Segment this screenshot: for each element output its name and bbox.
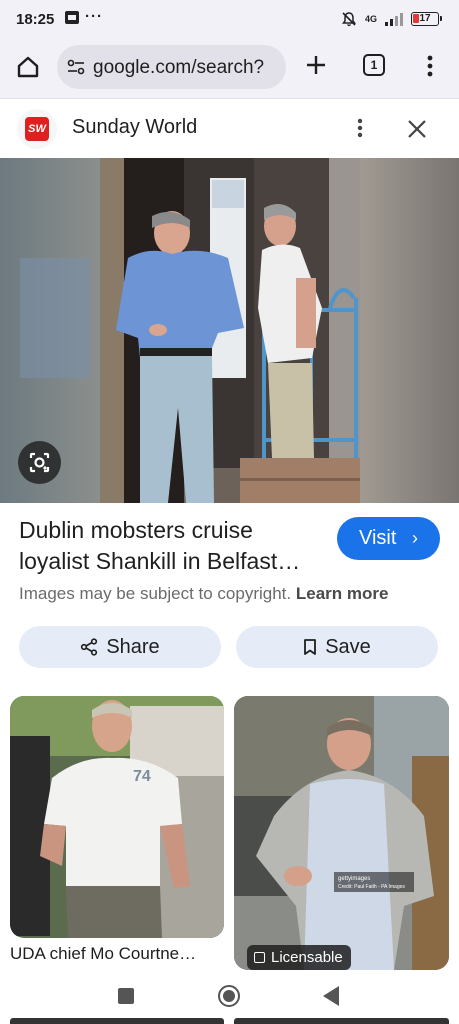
close-icon[interactable]	[404, 116, 430, 142]
next-row-peek-right	[234, 1018, 449, 1024]
copyright-text: Images may be subject to copyright.	[19, 584, 292, 603]
recents-icon[interactable]	[118, 988, 134, 1004]
network-type: 4G	[364, 14, 377, 24]
visit-label: Visit	[359, 527, 397, 549]
getty-credit: Credit: Paul Faith - PA Images	[338, 884, 405, 890]
source-header: SW Sunday World	[0, 98, 459, 158]
system-nav-bar	[0, 976, 459, 1024]
next-row-peek-left	[10, 1018, 224, 1024]
photo-two-men-doorway	[0, 158, 459, 503]
visit-button[interactable]: Visit ›	[337, 517, 440, 560]
lens-button[interactable]	[18, 441, 61, 484]
home-nav-icon[interactable]	[218, 985, 240, 1007]
image-icon	[254, 952, 265, 963]
save-button[interactable]: Save	[236, 626, 438, 668]
lens-icon	[29, 452, 50, 473]
status-bar: 18:25 ··· 4G 17	[0, 0, 459, 40]
source-name[interactable]: Sunday World	[72, 116, 197, 139]
tab-switcher-button[interactable]: 1	[363, 54, 385, 76]
home-icon[interactable]	[15, 54, 41, 80]
related-image-1[interactable]: 74	[10, 696, 224, 938]
licensable-label: Licensable	[271, 949, 343, 966]
signal-icon	[385, 12, 403, 26]
more-options-icon[interactable]	[350, 116, 370, 140]
back-icon[interactable]	[323, 986, 339, 1006]
result-title[interactable]: Dublin mobsters cruise loyalist Shankill…	[19, 515, 324, 577]
share-button[interactable]: Share	[19, 626, 221, 668]
tab-count: 1	[370, 58, 378, 72]
status-notification-icons: ···	[65, 8, 103, 25]
battery-level: 17	[419, 13, 431, 24]
copyright-notice: Images may be subject to copyright. Lear…	[19, 584, 388, 604]
more-notifications-icon: ···	[85, 8, 103, 25]
status-time: 18:25	[16, 11, 55, 28]
share-label: Share	[106, 635, 160, 658]
status-system-icons: 4G 17	[341, 11, 442, 27]
save-label: Save	[325, 635, 371, 658]
photo-man-white-polo: 74	[10, 696, 224, 938]
address-bar[interactable]: google.com/search?	[57, 45, 286, 89]
getty-watermark: gettyimages	[338, 876, 370, 882]
sunday-world-logo: SW	[25, 117, 49, 141]
more-vert-icon[interactable]	[420, 53, 440, 79]
chevron-right-icon: ›	[412, 528, 418, 548]
bookmark-icon	[304, 639, 317, 655]
main-result-image[interactable]	[0, 158, 459, 503]
shirt-number: 74	[133, 768, 151, 785]
learn-more-link[interactable]: Learn more	[296, 584, 389, 603]
bell-off-icon	[341, 12, 356, 27]
related-image-2[interactable]: gettyimages Credit: Paul Faith - PA Imag…	[234, 696, 449, 970]
gallery-notification-icon	[65, 11, 79, 24]
browser-toolbar: google.com/search? 1	[0, 40, 459, 98]
battery-icon: 17	[411, 12, 442, 26]
share-icon	[81, 638, 98, 656]
photo-man-running: gettyimages Credit: Paul Faith - PA Imag…	[234, 696, 449, 970]
url-text[interactable]: google.com/search?	[93, 57, 264, 79]
plus-icon[interactable]	[304, 53, 328, 77]
tune-icon[interactable]	[67, 58, 85, 76]
licensable-badge[interactable]: Licensable	[247, 945, 351, 970]
related-caption-1[interactable]: UDA chief Mo Courtne…	[10, 944, 196, 964]
